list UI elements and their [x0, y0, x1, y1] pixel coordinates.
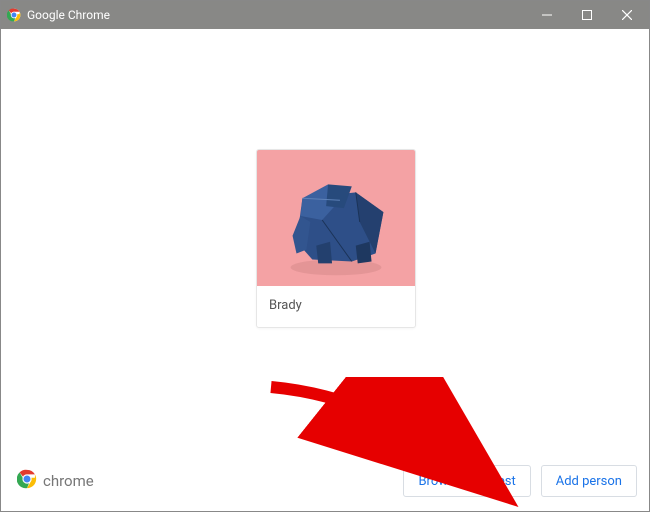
window-titlebar: Google Chrome [1, 1, 649, 29]
brand-label: chrome [43, 472, 94, 490]
maximize-button[interactable] [567, 1, 607, 29]
browse-as-guest-button[interactable]: Browse as Guest [403, 465, 530, 497]
close-button[interactable] [607, 1, 647, 29]
browse-as-guest-label: Browse as Guest [418, 474, 515, 489]
profile-picker: Brady chrome Browse as Guest Add person [1, 29, 649, 511]
profile-name-label: Brady [257, 286, 415, 327]
minimize-button[interactable] [527, 1, 567, 29]
footer: chrome Browse as Guest Add person [1, 459, 649, 511]
brand: chrome [17, 469, 94, 493]
profile-avatar [257, 150, 415, 286]
add-person-button[interactable]: Add person [541, 465, 637, 497]
window-title: Google Chrome [27, 8, 110, 22]
add-person-label: Add person [556, 474, 622, 489]
chrome-logo-icon [17, 469, 37, 493]
chrome-icon [7, 8, 21, 22]
profile-card[interactable]: Brady [256, 149, 416, 328]
origami-elephant-icon [257, 150, 415, 286]
